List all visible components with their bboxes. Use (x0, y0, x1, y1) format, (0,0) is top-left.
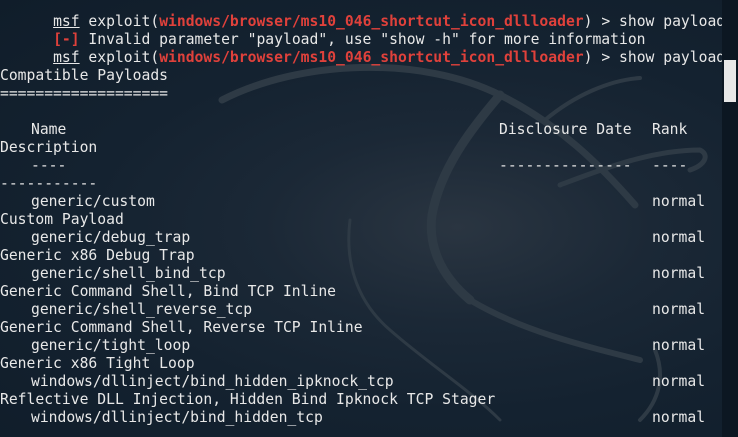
payload-rank: normal (652, 409, 706, 426)
terminal-output: msf exploit(windows/browser/ms10_046_sho… (0, 0, 722, 437)
payload-name: windows/dllinject/bind_hidden_ipknock_tc… (31, 373, 394, 390)
payload-row: generic/debug_trap normal (0, 229, 722, 247)
payload-row: generic/shell_reverse_tcp normal (0, 301, 722, 319)
payload-description: Generic Command Shell, Bind TCP Inline (0, 283, 337, 300)
payload-description: Custom Payload (0, 211, 124, 228)
column-underline-description: ----------- (0, 175, 98, 192)
payload-rank: normal (652, 193, 706, 210)
vertical-scrollbar[interactable] (722, 0, 738, 437)
payload-rank: normal (652, 265, 706, 282)
payload-row: windows/dllinject/bind_hidden_tcp normal (0, 409, 722, 427)
terminal-window[interactable]: msf exploit(windows/browser/ms10_046_sho… (0, 0, 738, 437)
payload-rank: normal (652, 301, 706, 318)
payload-name: generic/tight_loop (31, 337, 191, 354)
payload-row: generic/custom normal (0, 193, 722, 211)
scrollbar-thumb[interactable] (724, 60, 736, 102)
payload-rank: normal (652, 229, 706, 246)
payload-description: Generic x86 Tight Loop (0, 355, 195, 372)
payload-rank: normal (652, 373, 706, 390)
column-header-description: Description (0, 139, 98, 156)
payload-name: windows/dllinject/bind_hidden_tcp (31, 409, 323, 426)
payload-description: Generic Command Shell, Reverse TCP Inlin… (0, 319, 363, 336)
section-underline: =================== (0, 85, 169, 102)
command-line: msf exploit(windows/browser/ms10_046_sho… (0, 0, 722, 30)
payload-name: generic/shell_bind_tcp (31, 265, 226, 282)
payload-row: generic/tight_loop normal (0, 337, 722, 355)
payload-rank: normal (652, 337, 706, 354)
payload-row: generic/shell_bind_tcp normal (0, 265, 722, 283)
payload-description: Reflective DLL Injection, Hidden Bind Ip… (0, 391, 496, 408)
column-underlines: ---- --------------- ---- (31, 157, 688, 174)
payload-name: generic/debug_trap (31, 229, 191, 246)
column-header-name: Name (31, 121, 67, 138)
command-line: msf exploit(windows/browser/ms10_046_sho… (0, 31, 722, 66)
payload-name: generic/custom (31, 193, 155, 210)
column-header-disclosure-date: Disclosure Date (499, 121, 632, 138)
payload-row: windows/dllinject/bind_hidden_ipknock_tc… (0, 373, 722, 391)
section-title: Compatible Payloads (0, 67, 169, 84)
payload-name: generic/shell_reverse_tcp (31, 301, 253, 318)
column-headers: Name Disclosure Date Rank (0, 121, 722, 139)
error-line: [-] Invalid parameter "payload", use "sh… (0, 13, 722, 48)
payload-description: Generic x86 Debug Trap (0, 247, 195, 264)
column-header-rank: Rank (652, 121, 688, 138)
